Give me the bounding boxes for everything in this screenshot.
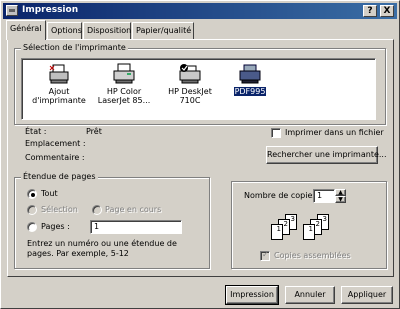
add-printer-icon [49, 64, 69, 84]
status-value: Prêt [86, 127, 102, 136]
copies-spinner[interactable]: ▲ ▼ [335, 189, 346, 203]
tab-label: Disposition [87, 26, 132, 35]
page-range-hint: Entrez un numéro ou une étendue de pages… [27, 239, 177, 258]
tab-label: Options [51, 26, 82, 35]
copies-label: Nombre de copies : [244, 191, 322, 200]
spin-up-icon[interactable]: ▲ [335, 189, 346, 196]
copies-input[interactable]: 1 [313, 189, 335, 203]
printer-label: 710C [179, 96, 201, 105]
status-label: État : [25, 127, 47, 136]
collate-checkbox[interactable]: ✓ [260, 250, 270, 261]
print-to-file-checkbox[interactable] [271, 128, 281, 138]
location-label: Emplacement : [25, 139, 86, 148]
radio-selection[interactable] [27, 205, 37, 215]
printer-label: HP DeskJet [168, 87, 212, 96]
radio-all[interactable] [27, 189, 37, 199]
printer-label: HP Color [106, 87, 142, 96]
radio-pages-label[interactable]: Pages : [41, 222, 70, 231]
cancel-button[interactable]: Annuler [285, 286, 335, 304]
radio-all-label[interactable]: Tout [41, 189, 58, 198]
printer-label: d'imprimante [32, 96, 86, 105]
apply-button[interactable]: Appliquer [341, 286, 393, 304]
printer-icon [6, 5, 18, 16]
print-to-file-label[interactable]: Imprimer dans un fichier [285, 128, 384, 137]
printer-item-hp-color-laserjet[interactable]: HP Color LaserJet 85... [92, 63, 156, 105]
radio-current-page[interactable] [92, 205, 102, 215]
help-button[interactable]: ? [363, 5, 377, 17]
tab-label: Général [10, 24, 42, 33]
print-button[interactable]: Impression [225, 285, 279, 305]
printer-item-add[interactable]: Ajout d'imprimante [27, 63, 91, 105]
pages-input[interactable]: 1 [90, 220, 182, 234]
radio-selection-label[interactable]: Sélection [41, 205, 78, 214]
tab-layout[interactable]: Disposition [83, 22, 131, 39]
printer-list[interactable]: Ajout d'imprimante HP Color LaserJet 85.… [21, 58, 376, 120]
group-title: Étendue de pages [21, 172, 98, 181]
radio-current-page-label[interactable]: Page en cours [105, 205, 161, 214]
comment-label: Commentaire : [25, 153, 85, 162]
radio-pages[interactable] [27, 222, 37, 232]
title-bar[interactable]: Impression ? X [3, 3, 397, 19]
tab-paper-quality[interactable]: Papier/qualité [132, 22, 194, 39]
collate-label[interactable]: Copies assemblées [274, 251, 351, 260]
printer-item-pdf995[interactable]: PDF995 [218, 63, 282, 96]
default-printer-icon [179, 64, 201, 84]
find-printer-button[interactable]: Rechercher une imprimante... [266, 146, 387, 164]
printer-label-selected: PDF995 [233, 87, 267, 96]
printer-label: Ajout [48, 87, 70, 96]
window-title: Impression [22, 5, 79, 15]
tab-options[interactable]: Options [47, 22, 82, 39]
print-dialog: Impression ? X Général Options Dispositi… [0, 0, 400, 309]
printer-icon [239, 64, 261, 84]
printer-label: LaserJet 85... [97, 96, 151, 105]
tab-general[interactable]: Général [6, 20, 46, 40]
printer-item-hp-deskjet[interactable]: HP DeskJet 710C [158, 63, 222, 105]
close-button[interactable]: X [380, 5, 394, 17]
tab-label: Papier/qualité [136, 26, 192, 35]
spin-down-icon[interactable]: ▼ [335, 196, 346, 203]
printer-icon [113, 63, 135, 84]
group-title: Sélection de l'imprimante [21, 43, 128, 52]
collate-illustration-icon: 3 2 1 [303, 214, 343, 242]
